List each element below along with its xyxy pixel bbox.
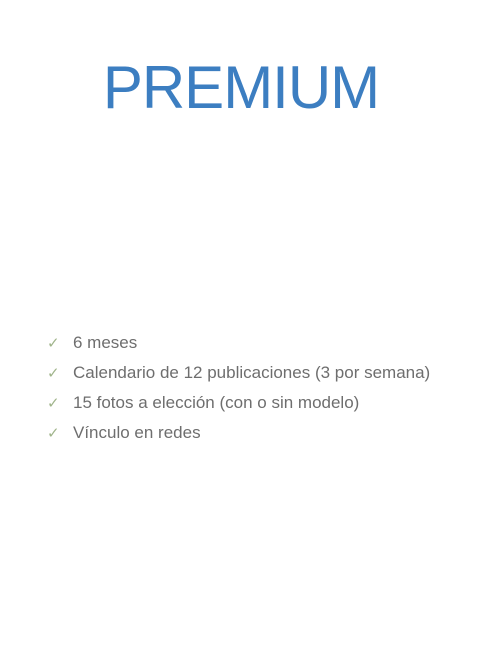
feature-item: ✓ 6 meses <box>47 328 467 358</box>
feature-label: Vínculo en redes <box>73 423 201 442</box>
check-icon: ✓ <box>47 334 60 352</box>
feature-label: Calendario de 12 publicaciones (3 por se… <box>73 363 431 382</box>
feature-list: ✓ 6 meses ✓ Calendario de 12 publicacion… <box>47 328 467 448</box>
feature-label: 6 meses <box>73 333 138 352</box>
pricing-plan-card: PREMIUM ✓ 6 meses ✓ Calendario de 12 pub… <box>0 0 482 670</box>
feature-item: ✓ Vínculo en redes <box>47 418 467 448</box>
check-icon: ✓ <box>47 394 60 412</box>
feature-item: ✓ Calendario de 12 publicaciones (3 por … <box>47 358 467 388</box>
feature-label: 15 fotos a elección (con o sin modelo) <box>73 393 360 412</box>
check-icon: ✓ <box>47 364 60 382</box>
feature-item: ✓ 15 fotos a elección (con o sin modelo) <box>47 388 467 418</box>
plan-title: PREMIUM <box>102 54 380 121</box>
check-icon: ✓ <box>47 424 60 442</box>
